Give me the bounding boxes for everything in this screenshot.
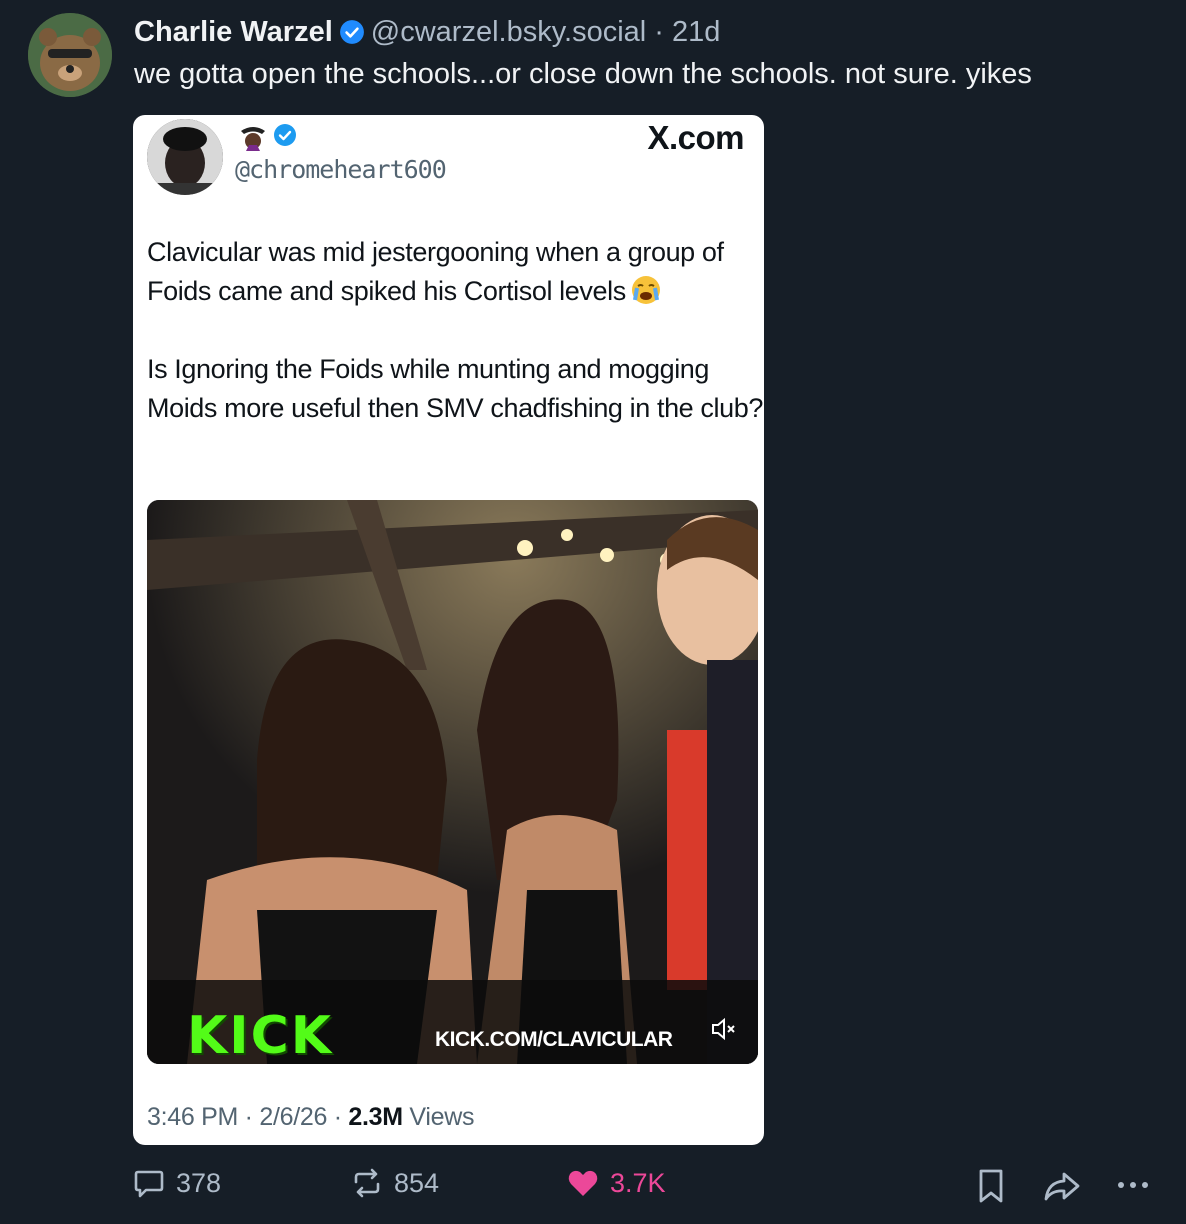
post: Charlie Warzel @cwarzel.bsky.social · 21… [0,0,1186,1224]
reply-count: 378 [176,1167,222,1198]
kick-logo: KICK [187,1006,334,1064]
embed-time: 3:46 PM [147,1103,239,1131]
embed-paragraph: Is Ignoring the Foids while munting and … [147,354,763,423]
repost-count: 854 [394,1167,440,1198]
embed-verified-icon [274,124,296,146]
embed-date: 2/6/26 [259,1103,328,1131]
embed-body: Clavicular was mid jestergooning when a … [147,233,763,467]
video-scene-image [147,500,758,1064]
repost-icon [354,1168,380,1198]
embed-meta-sep: · [327,1103,349,1131]
embed-handle: @chromeheart600 [235,155,447,184]
post-time[interactable]: 21d [672,16,720,49]
author-name[interactable]: Charlie Warzel [134,16,333,49]
embed-views-label: Views [402,1103,475,1131]
embed-paragraph: Clavicular was mid jestergooning when a … [147,233,763,311]
post-header: Charlie Warzel @cwarzel.bsky.social · 21… [134,14,720,50]
embed-meta: 3:46 PM · 2/6/26 · 2.3M Views [147,1103,474,1132]
verified-badge-icon [339,20,364,44]
post-actions: 378 854 3.7K [0,1160,1186,1210]
embed-views-count: 2.3M [348,1103,403,1131]
embed-source: X.com [647,119,744,156]
bookmark-icon[interactable] [975,1168,1007,1204]
post-text: we gotta open the schools...or close dow… [134,58,1032,90]
embed-meta-sep: · [238,1103,260,1131]
crying-face-emoji-icon [631,276,660,304]
like-button[interactable]: 3.7K [566,1166,666,1200]
cowboy-devil-emoji-icon [241,127,265,151]
repost-button[interactable]: 854 [350,1166,439,1200]
embedded-screenshot[interactable]: @chromeheart600 X.com Clavicular was mid… [133,115,764,1145]
share-icon[interactable] [1042,1168,1082,1204]
author-avatar[interactable] [28,13,112,97]
video-thumbnail[interactable]: KICK KICK.COM/CLAVICULAR [147,500,758,1064]
embed-avatar [147,119,223,195]
more-options-icon[interactable] [1112,1170,1154,1200]
heart-icon [568,1170,598,1196]
like-count: 3.7K [610,1167,666,1198]
author-handle[interactable]: @cwarzel.bsky.social [371,16,646,49]
reply-button[interactable]: 378 [132,1166,221,1200]
reply-icon [134,1170,164,1198]
mute-icon[interactable] [710,1016,738,1042]
kick-url: KICK.COM/CLAVICULAR [435,1028,673,1051]
header-separator: · [654,15,664,48]
